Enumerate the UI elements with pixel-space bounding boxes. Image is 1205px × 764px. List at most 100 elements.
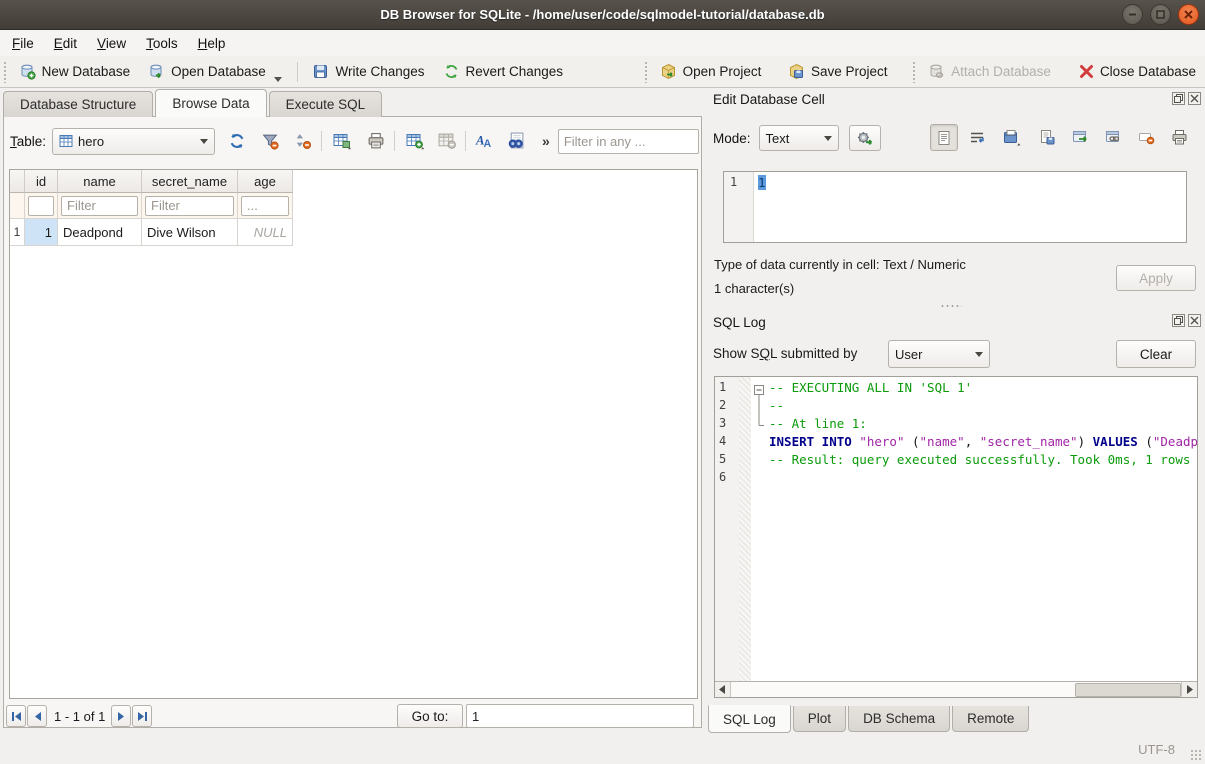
menu-view[interactable]: View — [87, 32, 136, 55]
toolbar-overflow-chevron[interactable]: » — [538, 133, 554, 149]
filter-input-id[interactable] — [28, 196, 54, 216]
document-icon — [936, 130, 952, 146]
grid-header-row: id name secret_name age — [10, 170, 697, 193]
cell-name[interactable]: Deadpond — [58, 219, 142, 246]
refresh-button[interactable] — [223, 128, 251, 155]
clear-log-button[interactable]: Clear — [1116, 340, 1196, 368]
set-null-icon — [1138, 129, 1155, 146]
cell-age[interactable]: NULL — [238, 219, 293, 246]
goto-button[interactable]: Go to: — [397, 704, 463, 728]
menu-file[interactable]: File — [2, 32, 44, 55]
close-button[interactable] — [1178, 4, 1199, 25]
filter-input-name[interactable] — [61, 196, 138, 216]
edit-cell-float-button[interactable] — [1172, 92, 1185, 105]
word-wrap-button[interactable] — [963, 124, 991, 151]
first-record-button[interactable] — [6, 705, 26, 727]
filter-input-secret-name[interactable] — [145, 196, 234, 216]
maximize-button[interactable] — [1150, 4, 1171, 25]
dock-tab-remote[interactable]: Remote — [952, 706, 1029, 732]
open-project-button[interactable]: Open Project — [651, 58, 771, 86]
cell-id[interactable]: 1 — [25, 219, 58, 246]
insert-record-button[interactable] — [399, 128, 431, 155]
tab-database-structure[interactable]: Database Structure — [3, 91, 153, 117]
auto-mode-button[interactable] — [849, 125, 881, 151]
revert-changes-button[interactable]: Revert Changes — [434, 58, 573, 86]
save-results-button[interactable] — [326, 128, 358, 155]
menu-edit[interactable]: Edit — [44, 32, 87, 55]
open-database-caret[interactable] — [274, 77, 282, 82]
last-record-button[interactable] — [132, 705, 152, 727]
show-sql-combobox[interactable]: User — [888, 340, 990, 368]
sql-log-title: SQL Log — [713, 315, 766, 330]
text-view-button[interactable] — [930, 124, 958, 151]
goto-input[interactable] — [466, 704, 694, 728]
find-in-table-button[interactable] — [502, 128, 530, 155]
toolbar-handle-3[interactable] — [912, 61, 916, 83]
column-header-secret-name[interactable]: secret_name — [142, 170, 238, 193]
mode-combobox[interactable]: Text — [759, 125, 839, 151]
minimize-icon — [1128, 10, 1137, 19]
delete-record-icon — [438, 132, 456, 150]
scrollbar-thumb[interactable] — [1075, 683, 1181, 697]
scroll-left-button[interactable] — [715, 682, 731, 697]
print-table-button[interactable] — [362, 128, 390, 155]
filter-any-input[interactable] — [558, 129, 699, 154]
toolbar-handle[interactable] — [3, 61, 7, 83]
delete-record-button — [433, 128, 461, 155]
write-changes-button[interactable]: Write Changes — [303, 58, 433, 86]
print-cell-button[interactable] — [1165, 124, 1193, 151]
column-header-age[interactable]: age — [238, 170, 293, 193]
sql-log-content[interactable]: -- EXECUTING ALL IN 'SQL 1' -- -- At lin… — [767, 377, 1197, 681]
close-database-button[interactable]: Close Database — [1070, 58, 1205, 86]
status-bar: UTF-8 — [0, 734, 1205, 764]
cell-editor[interactable]: 1 1 — [723, 171, 1187, 243]
cell-editor-content[interactable]: 1 — [754, 172, 766, 242]
open-database-button[interactable]: Open Database — [139, 58, 291, 86]
link-icon — [1105, 129, 1122, 146]
scroll-right-button[interactable] — [1181, 682, 1197, 697]
set-null-button[interactable] — [1132, 124, 1160, 151]
grid-corner[interactable] — [10, 170, 25, 193]
export-cell-button[interactable] — [1033, 124, 1061, 151]
new-database-button[interactable]: New Database — [10, 58, 140, 86]
dock-tab-plot[interactable]: Plot — [793, 706, 846, 732]
save-project-button[interactable]: Save Project — [779, 58, 897, 86]
sql-log-fold-margin[interactable] — [751, 377, 767, 681]
next-record-button[interactable] — [111, 705, 131, 727]
copy-link-button[interactable] — [1099, 124, 1127, 151]
clear-sorting-button[interactable] — [289, 128, 317, 155]
edit-cell-close-button[interactable] — [1188, 92, 1201, 105]
table-combobox[interactable]: hero — [52, 128, 215, 155]
scroll-right-icon — [1186, 685, 1193, 694]
sql-log-close-button[interactable] — [1188, 314, 1201, 327]
filter-input-age[interactable] — [241, 196, 289, 216]
resize-grip[interactable] — [1190, 749, 1202, 761]
sql-log-hscrollbar[interactable] — [715, 681, 1197, 697]
open-external-button[interactable] — [1066, 124, 1094, 151]
clear-filters-button[interactable] — [256, 128, 284, 155]
column-header-id[interactable]: id — [25, 170, 58, 193]
cell-secret-name[interactable]: Dive Wilson — [142, 219, 238, 246]
export-icon — [1039, 129, 1056, 146]
toolbar-handle-2[interactable] — [644, 61, 648, 83]
dock-tab-sql-log[interactable]: SQL Log — [708, 705, 791, 733]
column-header-name[interactable]: name — [58, 170, 142, 193]
edit-cell-title: Edit Database Cell — [713, 92, 825, 107]
dock-tab-db-schema[interactable]: DB Schema — [848, 706, 950, 732]
import-cell-button[interactable] — [996, 124, 1028, 151]
tab-execute-sql[interactable]: Execute SQL — [269, 91, 383, 117]
log-line: -- — [769, 398, 1197, 416]
display-format-button[interactable]: A A — [470, 128, 498, 155]
tab-browse-data[interactable]: Browse Data — [155, 89, 266, 117]
row-header[interactable]: 1 — [10, 219, 25, 246]
minimize-button[interactable] — [1122, 4, 1143, 25]
sql-log-editor[interactable]: 1 2 3 4 5 6 -- EXECUTING ALL IN 'S — [714, 376, 1198, 698]
cell-editor-line-number: 1 — [730, 175, 737, 189]
dock-splitter-handle[interactable] — [940, 304, 962, 308]
refresh-icon — [228, 132, 246, 150]
sql-log-float-button[interactable] — [1172, 314, 1185, 327]
previous-record-button[interactable] — [27, 705, 47, 727]
menu-help[interactable]: Help — [188, 32, 236, 55]
menu-tools[interactable]: Tools — [136, 32, 188, 55]
revert-changes-icon — [443, 63, 460, 80]
